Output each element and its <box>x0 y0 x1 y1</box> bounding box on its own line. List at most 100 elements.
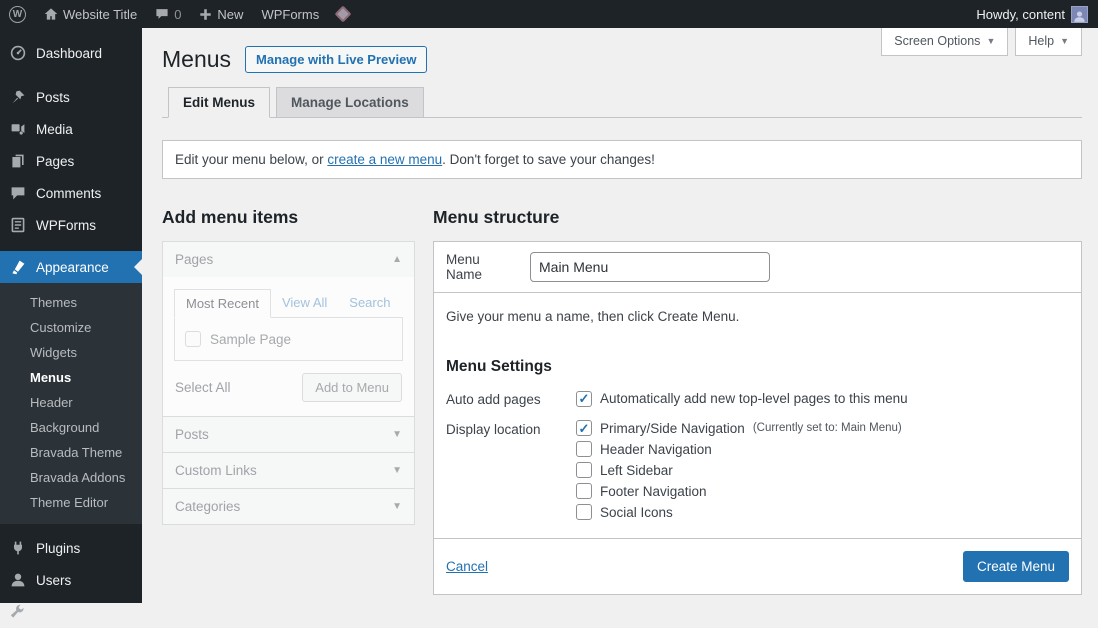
admin-bar: W Website Title 0 New WPForms Howdy, con… <box>0 0 1098 28</box>
chevron-down-icon: ▼ <box>1060 36 1069 46</box>
pages-inner-tabs: Most Recent View All Search <box>174 289 403 318</box>
posts-accordion-header[interactable]: Posts ▼ <box>163 417 414 452</box>
sidebar-item-dashboard[interactable]: Dashboard <box>0 37 142 69</box>
primary-side-navigation-checkbox[interactable] <box>576 420 592 436</box>
sidebar-item-posts[interactable]: Posts <box>0 81 142 113</box>
create-new-menu-link[interactable]: create a new menu <box>327 152 442 167</box>
submenu-item-background[interactable]: Background <box>0 415 142 440</box>
sidebar-item-label: Users <box>36 572 72 588</box>
sample-page-checkbox[interactable] <box>185 331 201 347</box>
wrench-icon <box>9 604 27 620</box>
screen-options-button[interactable]: Screen Options ▼ <box>881 28 1009 56</box>
edit-menu-notice: Edit your menu below, or create a new me… <box>162 140 1082 179</box>
auto-add-pages-checkbox[interactable] <box>576 390 592 407</box>
location-label: Primary/Side Navigation <box>600 420 745 436</box>
sample-page-label: Sample Page <box>210 331 292 347</box>
help-button[interactable]: Help ▼ <box>1015 28 1082 56</box>
sidebar-item-tools[interactable]: Tools <box>0 596 142 628</box>
location-option-social: Social Icons <box>576 504 902 520</box>
tab-search[interactable]: Search <box>338 289 401 317</box>
submenu-item-customize[interactable]: Customize <box>0 315 142 340</box>
header-navigation-checkbox[interactable] <box>576 441 592 457</box>
wp-logo-button[interactable]: W <box>0 0 35 28</box>
tab-edit-menus[interactable]: Edit Menus <box>168 87 271 118</box>
plugin-icon <box>9 540 27 556</box>
help-label: Help <box>1028 34 1055 48</box>
admin-sidebar: Dashboard Posts Media Pages Comments WPF… <box>0 28 142 620</box>
home-icon <box>44 7 58 21</box>
create-menu-button[interactable]: Create Menu <box>962 551 1069 582</box>
add-menu-items-heading: Add menu items <box>162 207 299 227</box>
submenu-item-theme-editor[interactable]: Theme Editor <box>0 490 142 515</box>
custom-links-accordion-title: Custom Links <box>175 463 257 478</box>
submenu-item-themes[interactable]: Themes <box>0 290 142 315</box>
posts-accordion: Posts ▼ <box>162 417 415 453</box>
comments-icon <box>9 185 27 201</box>
tab-most-recent[interactable]: Most Recent <box>174 289 271 318</box>
pages-accordion: Pages ▲ Most Recent View All Search Samp… <box>162 241 415 417</box>
comments-link[interactable]: 0 <box>146 0 190 28</box>
auto-add-pages-text: Automatically add new top-level pages to… <box>600 391 908 406</box>
pages-accordion-header[interactable]: Pages ▲ <box>163 242 414 277</box>
sidebar-item-label: WPForms <box>36 217 96 233</box>
cancel-link[interactable]: Cancel <box>446 559 488 574</box>
pages-accordion-title: Pages <box>175 252 214 267</box>
location-option-left-sidebar: Left Sidebar <box>576 462 902 478</box>
diamond-icon <box>334 5 352 23</box>
main-content: Screen Options ▼ Help ▼ Menus Manage wit… <box>142 28 1098 603</box>
sidebar-item-wpforms[interactable]: WPForms <box>0 209 142 241</box>
site-name-link[interactable]: Website Title <box>35 0 146 28</box>
submenu-item-widgets[interactable]: Widgets <box>0 340 142 365</box>
categories-accordion-title: Categories <box>175 499 241 514</box>
sidebar-item-comments[interactable]: Comments <box>0 177 142 209</box>
sidebar-item-label: Appearance <box>36 259 109 275</box>
site-name-label: Website Title <box>63 6 138 22</box>
screen-options-label: Screen Options <box>894 34 981 48</box>
categories-accordion: Categories ▼ <box>162 489 415 525</box>
menu-settings-heading: Menu Settings <box>446 358 552 375</box>
menu-name-input[interactable] <box>530 252 770 282</box>
submenu-item-bravada-theme[interactable]: Bravada Theme <box>0 440 142 465</box>
add-to-menu-button[interactable]: Add to Menu <box>302 373 402 402</box>
sidebar-item-label: Plugins <box>36 540 81 556</box>
location-label: Footer Navigation <box>600 483 707 499</box>
sidebar-item-label: Dashboard <box>36 45 103 61</box>
sidebar-item-label: Tools <box>36 604 68 620</box>
submenu-item-menus[interactable]: Menus <box>0 365 142 390</box>
sidebar-item-media[interactable]: Media <box>0 113 142 145</box>
sidebar-item-users[interactable]: Users <box>0 564 142 596</box>
menu-helper-text: Give your menu a name, then click Create… <box>446 309 740 324</box>
sidebar-item-plugins[interactable]: Plugins <box>0 532 142 564</box>
media-icon <box>9 121 27 137</box>
submenu-item-bravada-addons[interactable]: Bravada Addons <box>0 465 142 490</box>
social-icons-checkbox[interactable] <box>576 504 592 520</box>
manage-with-live-preview-button[interactable]: Manage with Live Preview <box>245 46 428 73</box>
chevron-down-icon: ▼ <box>392 501 402 512</box>
location-label: Social Icons <box>600 504 673 520</box>
wpforms-label: WPForms <box>261 6 320 22</box>
select-all-link[interactable]: Select All <box>175 380 231 395</box>
comments-count: 0 <box>174 6 182 22</box>
user-icon <box>9 572 27 588</box>
custom-links-accordion: Custom Links ▼ <box>162 453 415 489</box>
custom-links-accordion-header[interactable]: Custom Links ▼ <box>163 453 414 488</box>
wpforms-adminbar-link[interactable]: WPForms <box>252 0 328 28</box>
sidebar-item-label: Comments <box>36 185 102 201</box>
tab-view-all[interactable]: View All <box>271 289 338 317</box>
sidebar-item-appearance[interactable]: Appearance <box>0 251 142 283</box>
dashboard-icon <box>9 45 27 61</box>
tab-manage-locations[interactable]: Manage Locations <box>276 87 424 118</box>
submenu-item-header[interactable]: Header <box>0 390 142 415</box>
left-sidebar-checkbox[interactable] <box>576 462 592 478</box>
chevron-down-icon: ▼ <box>986 36 996 46</box>
user-avatar[interactable] <box>1071 5 1088 23</box>
sidebar-item-pages[interactable]: Pages <box>0 145 142 177</box>
howdy-label[interactable]: Howdy, content <box>976 7 1065 22</box>
wpforms-diamond-icon[interactable] <box>328 0 358 28</box>
wordpress-logo-icon: W <box>9 5 26 23</box>
new-content-button[interactable]: New <box>190 0 252 28</box>
comment-bubble-icon <box>155 7 169 21</box>
footer-navigation-checkbox[interactable] <box>576 483 592 499</box>
categories-accordion-header[interactable]: Categories ▼ <box>163 489 414 524</box>
pages-accordion-body: Most Recent View All Search Sample Page … <box>163 277 414 416</box>
